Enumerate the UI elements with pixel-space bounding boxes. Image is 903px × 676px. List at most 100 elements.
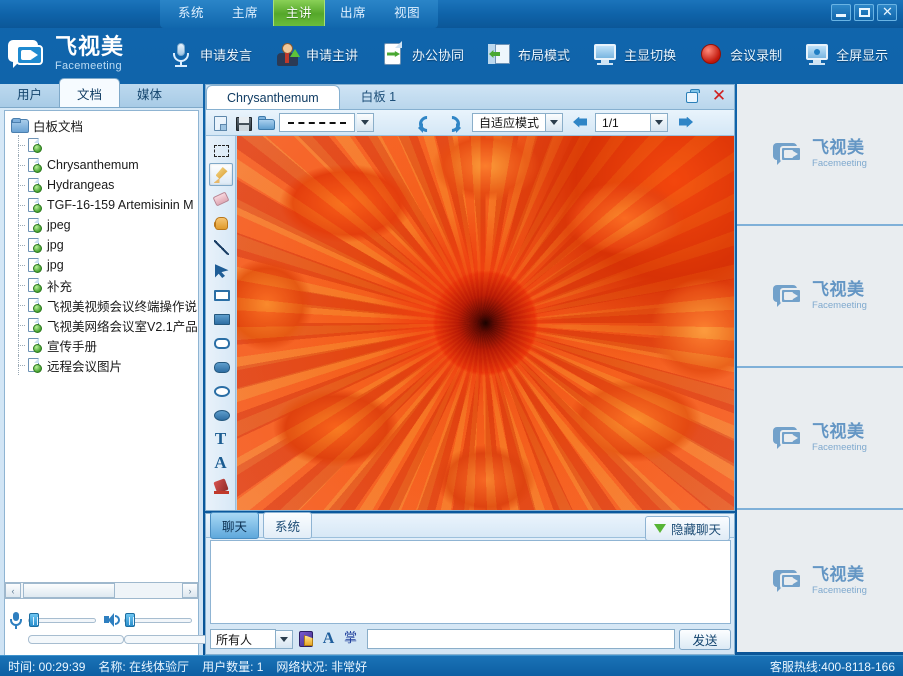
hide-chat-button[interactable]: 隐藏聊天	[645, 516, 730, 541]
list-item[interactable]: jpeg	[9, 215, 196, 235]
list-item[interactable]: 宣传手册	[9, 335, 196, 355]
whiteboard-canvas[interactable]	[236, 136, 734, 510]
office-collaboration-button[interactable]: 办公协同	[374, 39, 470, 69]
page-dropdown[interactable]: 1/1	[595, 113, 668, 133]
video-cell[interactable]: 飞视美 Facemeeting	[737, 84, 903, 226]
scrollbar-thumb[interactable]	[23, 583, 115, 598]
hand-gesture-icon[interactable]: 掌	[341, 629, 360, 649]
speaker-volume-slider[interactable]	[124, 613, 192, 627]
restore-icon[interactable]	[684, 88, 702, 106]
document-file-icon	[27, 138, 42, 153]
close-icon[interactable]	[877, 4, 897, 21]
layout-icon	[486, 41, 512, 67]
arrow-cursor-icon[interactable]	[209, 259, 233, 282]
video-cell[interactable]: 飞视美 Facemeeting	[737, 226, 903, 368]
menu-tab-attendance[interactable]: 出席	[327, 0, 379, 26]
menu-tab-view[interactable]: 视图	[381, 0, 433, 26]
font-A-icon[interactable]: A	[209, 451, 233, 474]
microphone-volume-slider[interactable]	[28, 613, 96, 627]
sidebar-horizontal-scrollbar[interactable]: ‹ ›	[4, 582, 199, 599]
eraser-icon[interactable]	[209, 187, 233, 210]
chat-recipient-dropdown[interactable]: 所有人	[210, 629, 293, 649]
doc-tab-chrysanthemum[interactable]: Chrysanthemum	[206, 85, 340, 109]
list-item[interactable]: 补充	[9, 275, 196, 295]
maximize-icon[interactable]	[854, 4, 874, 21]
list-item[interactable]	[9, 135, 196, 155]
chat-input[interactable]	[367, 629, 675, 649]
list-item[interactable]: jpg	[9, 235, 196, 255]
fullscreen-button[interactable]: 全屏显示	[798, 39, 894, 69]
line-icon[interactable]	[209, 235, 233, 258]
zoom-mode-dropdown[interactable]: 自适应模式	[472, 113, 563, 133]
chat-message-log[interactable]	[210, 540, 731, 624]
rounded-rect-filled-icon[interactable]	[209, 355, 233, 378]
tab-system[interactable]: 系统	[263, 512, 312, 539]
tree-root-node[interactable]: 白板文档	[9, 115, 196, 135]
scroll-right-icon[interactable]: ›	[182, 583, 198, 598]
speaker-icon[interactable]	[104, 611, 120, 629]
sidebar-tab-documents[interactable]: 文档	[59, 78, 120, 107]
brand-logo: 飞视美 Facemeeting	[8, 26, 158, 82]
list-item[interactable]: TGF-16-159 Artemisinin M	[9, 195, 196, 215]
tree-item-label: 宣传手册	[47, 336, 97, 355]
document-file-icon	[27, 198, 42, 213]
undo-icon[interactable]	[416, 113, 438, 133]
chevron-down-icon[interactable]	[651, 113, 668, 132]
ellipse-outline-icon[interactable]	[209, 379, 233, 402]
list-item[interactable]: Hydrangeas	[9, 175, 196, 195]
facemeeting-logo-icon	[773, 283, 807, 309]
line-style-dropdown[interactable]	[279, 113, 374, 133]
emoticon-icon[interactable]	[297, 629, 316, 649]
hand-pointer-icon[interactable]	[209, 211, 233, 234]
font-color-A-icon[interactable]: A	[319, 629, 338, 649]
tab-chat[interactable]: 聊天	[210, 512, 259, 539]
text-T-icon[interactable]: T	[209, 427, 233, 450]
tree-item-label: 补充	[47, 276, 72, 295]
text-tool-glyph: T	[210, 428, 232, 449]
chevron-down-icon[interactable]	[276, 630, 293, 649]
microphone-icon[interactable]	[8, 611, 24, 629]
menu-tab-presenter[interactable]: 主讲	[273, 0, 325, 26]
tree-item-label: Hydrangeas	[47, 178, 114, 192]
ellipse-filled-icon[interactable]	[209, 403, 233, 426]
doc-tab-whiteboard[interactable]: 白板 1	[340, 80, 417, 109]
menu-tab-chairman[interactable]: 主席	[219, 0, 271, 26]
list-item[interactable]: jpg	[9, 255, 196, 275]
prev-page-arrow-icon[interactable]	[570, 113, 592, 133]
list-item[interactable]: 飞视美视频会议终端操作说明	[9, 295, 196, 315]
scroll-left-icon[interactable]: ‹	[5, 583, 21, 598]
layout-mode-button[interactable]: 布局模式	[480, 39, 576, 69]
list-item[interactable]: 远程会议图片	[9, 355, 196, 375]
chevron-down-icon[interactable]	[357, 113, 374, 132]
new-page-icon[interactable]	[210, 113, 230, 133]
request-speak-button[interactable]: 申请发言	[162, 39, 258, 69]
dashed-rect-select-icon[interactable]	[209, 139, 233, 162]
tree-item-label: 飞视美视频会议终端操作说明	[47, 296, 199, 315]
redo-icon[interactable]	[441, 113, 463, 133]
next-page-arrow-icon[interactable]	[675, 113, 697, 133]
save-icon[interactable]	[233, 113, 253, 133]
meeting-record-button[interactable]: 会议录制	[692, 39, 788, 69]
sidebar-tab-users[interactable]: 用户	[0, 79, 59, 107]
list-item[interactable]: Chrysanthemum	[9, 155, 196, 175]
main-display-switch-button[interactable]: 主显切换	[586, 39, 682, 69]
video-cell[interactable]: 飞视美 Facemeeting	[737, 368, 903, 510]
send-button[interactable]: 发送	[679, 629, 731, 650]
tree-item-label: jpeg	[47, 218, 71, 232]
rectangle-outline-icon[interactable]	[209, 283, 233, 306]
rounded-rect-outline-icon[interactable]	[209, 331, 233, 354]
minimize-icon[interactable]	[831, 4, 851, 21]
request-presenter-button[interactable]: 申请主讲	[268, 39, 364, 69]
document-file-icon	[27, 338, 42, 353]
pencil-icon[interactable]	[209, 163, 233, 186]
list-item[interactable]: 飞视美网络会议室V2.1产品简	[9, 315, 196, 335]
sidebar-tab-media[interactable]: 媒体	[120, 79, 179, 107]
stamp-icon[interactable]	[209, 475, 233, 498]
chevron-down-icon[interactable]	[546, 113, 563, 132]
menu-tab-system[interactable]: 系统	[165, 0, 217, 26]
video-cell[interactable]: 飞视美 Facemeeting	[737, 510, 903, 652]
open-folder-icon[interactable]	[256, 113, 276, 133]
close-icon[interactable]: ✕	[710, 88, 728, 106]
microphone-icon	[168, 41, 194, 67]
rectangle-filled-icon[interactable]	[209, 307, 233, 330]
